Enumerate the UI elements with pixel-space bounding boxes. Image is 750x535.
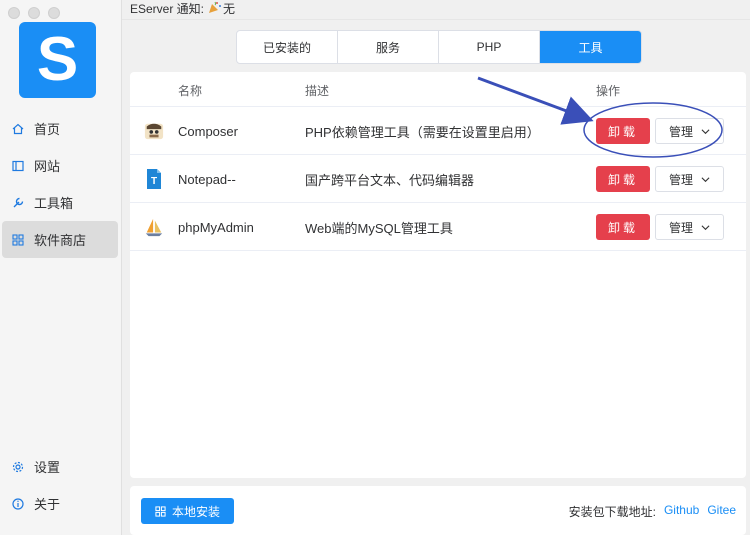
uninstall-button[interactable]: 卸载 [596, 118, 650, 144]
manage-label: 管理 [668, 172, 693, 187]
app-description: Web端的MySQL管理工具 [305, 220, 453, 236]
sidebar-item-store[interactable]: 软件商店 [2, 221, 118, 258]
column-header-name: 名称 [178, 84, 203, 98]
sidebar-item-toolbox[interactable]: 工具箱 [0, 184, 122, 221]
row-actions: 卸载 管理 [596, 155, 724, 203]
gear-icon [12, 461, 24, 473]
sidebar-item-label: 首页 [34, 122, 61, 137]
download-label: 安装包下载地址: [568, 505, 656, 519]
notice-bar: EServer 通知: 无 [130, 0, 235, 17]
manage-dropdown[interactable]: 管理 [655, 166, 724, 192]
manage-label: 管理 [668, 124, 693, 139]
info-icon [12, 497, 24, 510]
notepad-icon: T [144, 155, 164, 203]
table-header: 名称 描述 操作 [130, 72, 746, 107]
home-icon [12, 123, 24, 135]
tab-installed[interactable]: 已安装的 [237, 31, 338, 63]
sidebar-bottom-nav: 设置 关于 [0, 448, 122, 522]
tab-services[interactable]: 服务 [338, 31, 439, 63]
manage-dropdown[interactable]: 管理 [655, 214, 724, 240]
minimize-window-button[interactable] [28, 7, 40, 19]
notice-text: 无 [223, 2, 236, 16]
svg-text:T: T [151, 176, 157, 187]
row-actions: 卸载 管理 [596, 107, 724, 155]
local-install-label: 本地安装 [171, 504, 220, 519]
wrench-icon [12, 197, 24, 209]
chevron-down-icon [701, 224, 710, 230]
table-row: phpMyAdmin Web端的MySQL管理工具 卸载 管理 [130, 203, 746, 251]
sidebar-item-label: 关于 [34, 497, 61, 512]
website-icon [12, 160, 24, 172]
app-name: Notepad-- [178, 171, 236, 187]
sidebar-item-label: 工具箱 [34, 196, 74, 211]
grid-icon [155, 505, 166, 517]
close-window-button[interactable] [8, 7, 20, 19]
sidebar-nav: 首页 网站 工具箱 软件商店 [0, 110, 122, 258]
manage-label: 管理 [668, 220, 693, 235]
chevron-down-icon [701, 176, 710, 182]
sidebar-item-label: 网站 [34, 159, 61, 174]
manage-dropdown[interactable]: 管理 [655, 118, 724, 144]
divider [122, 19, 750, 20]
footer-bar: 本地安装 安装包下载地址: Github Gitee [130, 486, 746, 535]
sidebar-item-settings[interactable]: 设置 [0, 448, 122, 485]
table-row: Composer PHP依赖管理工具（需要在设置里启用） 卸载 管理 [130, 107, 746, 155]
column-header-action: 操作 [596, 84, 621, 98]
local-install-button[interactable]: 本地安装 [141, 498, 234, 524]
sidebar-item-label: 设置 [34, 460, 61, 475]
window-controls [8, 7, 60, 19]
sidebar-item-about[interactable]: 关于 [0, 485, 122, 522]
notice-prefix: EServer 通知: [130, 2, 205, 16]
download-links: 安装包下载地址: Github Gitee [569, 503, 736, 520]
sidebar-item-home[interactable]: 首页 [0, 110, 122, 147]
row-actions: 卸载 管理 [596, 203, 724, 251]
software-table: 名称 描述 操作 Composer PHP依赖管理工具（需要在设置里启用） 卸载… [130, 72, 746, 478]
phpmyadmin-icon [144, 203, 164, 251]
uninstall-button[interactable]: 卸载 [596, 214, 650, 240]
sidebar-item-website[interactable]: 网站 [0, 147, 122, 184]
gitee-link[interactable]: Gitee [707, 503, 736, 520]
app-description: 国产跨平台文本、代码编辑器 [305, 172, 475, 188]
tab-php[interactable]: PHP [439, 31, 540, 63]
column-header-desc: 描述 [305, 84, 330, 98]
app-name: phpMyAdmin [178, 219, 254, 235]
app-logo: S [19, 22, 96, 98]
uninstall-button[interactable]: 卸载 [596, 166, 650, 192]
chevron-down-icon [701, 128, 710, 134]
category-tabs: 已安装的 服务 PHP 工具 [236, 30, 642, 64]
table-row: T Notepad-- 国产跨平台文本、代码编辑器 卸载 管理 [130, 155, 746, 203]
party-popper-icon [208, 1, 222, 17]
sidebar-item-label: 软件商店 [34, 233, 87, 248]
composer-icon [144, 107, 164, 155]
grid-icon [12, 233, 24, 246]
sidebar: S 首页 网站 工具箱 软件商店 设置 关于 [0, 0, 122, 535]
tab-tools[interactable]: 工具 [540, 31, 641, 63]
app-name: Composer [178, 123, 238, 139]
app-description: PHP依赖管理工具（需要在设置里启用） [305, 124, 540, 140]
zoom-window-button[interactable] [48, 7, 60, 19]
github-link[interactable]: Github [664, 503, 699, 520]
